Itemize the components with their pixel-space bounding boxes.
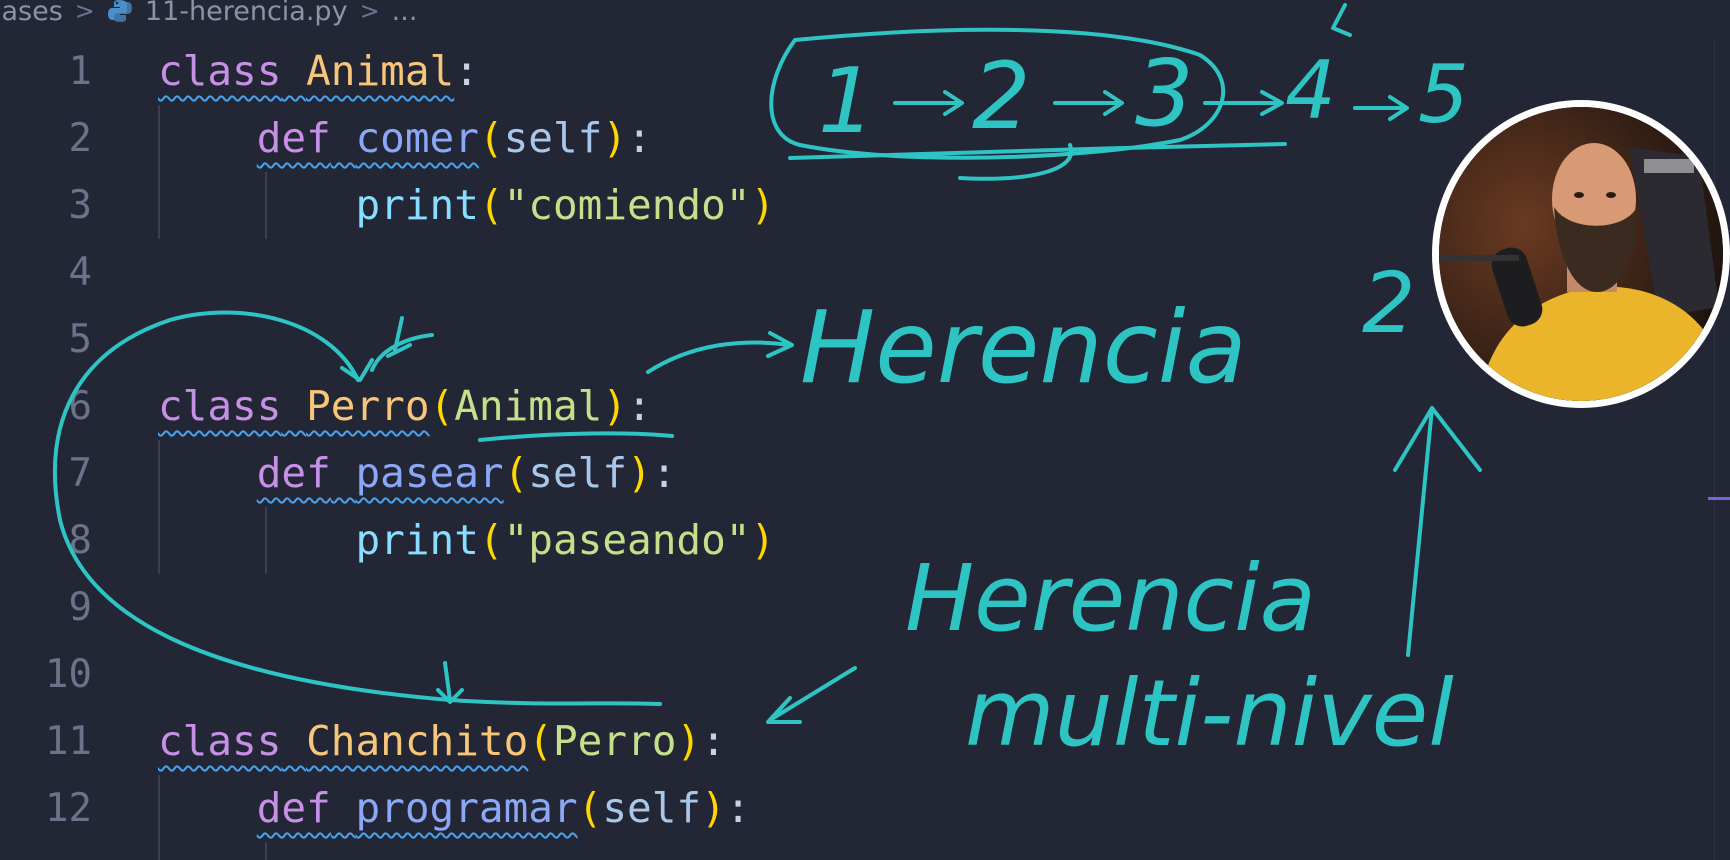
line-number: 3 <box>68 183 92 228</box>
code-text[interactable]: print("comiendo") <box>158 172 775 239</box>
bracket: ) <box>602 382 628 430</box>
code-text[interactable]: def programar(self): <box>158 775 751 842</box>
keyword: def <box>256 114 331 162</box>
line-number: 7 <box>68 451 92 496</box>
presenter-webcam-icon <box>1439 107 1723 401</box>
punctuation: : <box>651 449 677 497</box>
breadcrumb-folder[interactable]: lases <box>0 0 63 27</box>
keyword: class <box>158 382 282 430</box>
code-line[interactable]: 1 class Animal: <box>0 38 1730 105</box>
keyword: def <box>256 784 331 832</box>
class-name: Chanchito <box>306 717 529 765</box>
base-class: Perro <box>552 717 677 765</box>
code-line[interactable]: 12 def programar(self): <box>0 775 1730 842</box>
line-number: 6 <box>68 384 92 429</box>
function-name: pasear <box>355 449 504 497</box>
line-number: 9 <box>68 585 92 630</box>
python-file-icon <box>107 0 133 24</box>
bracket: ( <box>478 181 504 229</box>
presenter-webcam <box>1432 100 1730 408</box>
builtin-function: print <box>355 516 479 564</box>
keyword: def <box>256 449 331 497</box>
line-number: 11 <box>45 719 92 764</box>
punctuation: : <box>627 114 652 162</box>
code-text[interactable]: class Chanchito(Perro): <box>158 708 726 775</box>
line-number: 10 <box>45 652 92 697</box>
punctuation: : <box>454 47 479 95</box>
code-text[interactable]: class Perro(Animal): <box>158 373 652 440</box>
bracket: ( <box>429 382 455 430</box>
punctuation: : <box>725 784 751 832</box>
code-line[interactable]: 8 print("paseando") <box>0 507 1730 574</box>
line-number: 2 <box>68 116 92 161</box>
code-text[interactable]: class Animal: <box>158 38 479 105</box>
bracket: ( <box>478 516 504 564</box>
bracket: ( <box>577 784 603 832</box>
string-literal: "comiendo" <box>503 181 751 229</box>
bracket: ) <box>701 784 726 832</box>
bracket: ) <box>627 449 652 497</box>
code-text[interactable]: def comer(self): <box>158 105 652 172</box>
parameter: self <box>528 449 628 497</box>
code-text[interactable]: print("paseando") <box>158 507 775 574</box>
line-number: 5 <box>68 317 92 362</box>
function-name: comer <box>355 114 479 162</box>
parameter: self <box>503 114 603 162</box>
code-line[interactable]: 11 class Chanchito(Perro): <box>0 708 1730 775</box>
code-line[interactable]: 10 <box>0 641 1730 708</box>
builtin-function: print <box>355 181 479 229</box>
bracket: ( <box>478 114 504 162</box>
parameter: self <box>602 784 702 832</box>
line-number: 12 <box>45 786 92 831</box>
breadcrumb-file[interactable]: 11-herencia.py <box>145 0 348 27</box>
keyword: class <box>158 47 282 95</box>
string-literal: "paseando" <box>503 516 751 564</box>
code-text[interactable]: def pasear(self): <box>158 440 677 507</box>
breadcrumb-separator: > <box>359 0 380 25</box>
bracket: ) <box>750 181 776 229</box>
base-class: Animal <box>454 382 603 430</box>
function-name: programar <box>355 784 578 832</box>
indent-guide <box>265 842 267 860</box>
code-line[interactable]: 6 class Perro(Animal): <box>0 373 1730 440</box>
bracket: ) <box>602 114 628 162</box>
punctuation: : <box>627 382 652 430</box>
class-name: Animal <box>306 47 455 95</box>
bracket: ( <box>503 449 529 497</box>
punctuation: : <box>701 717 726 765</box>
bracket: ( <box>528 717 553 765</box>
breadcrumb: lases > 11-herencia.py > ... <box>0 0 417 28</box>
code-line[interactable]: 7 def pasear(self): <box>0 440 1730 507</box>
line-number: 4 <box>68 250 92 295</box>
line-number: 1 <box>68 49 92 94</box>
class-name: Perro <box>306 382 430 430</box>
tick-stroke <box>1331 3 1352 37</box>
keyword: class <box>158 717 282 765</box>
code-line[interactable]: 9 <box>0 574 1730 641</box>
breadcrumb-separator: > <box>74 0 95 25</box>
bracket: ) <box>750 516 776 564</box>
bracket: ) <box>676 717 702 765</box>
breadcrumb-more[interactable]: ... <box>392 0 418 27</box>
line-number: 8 <box>68 518 92 563</box>
